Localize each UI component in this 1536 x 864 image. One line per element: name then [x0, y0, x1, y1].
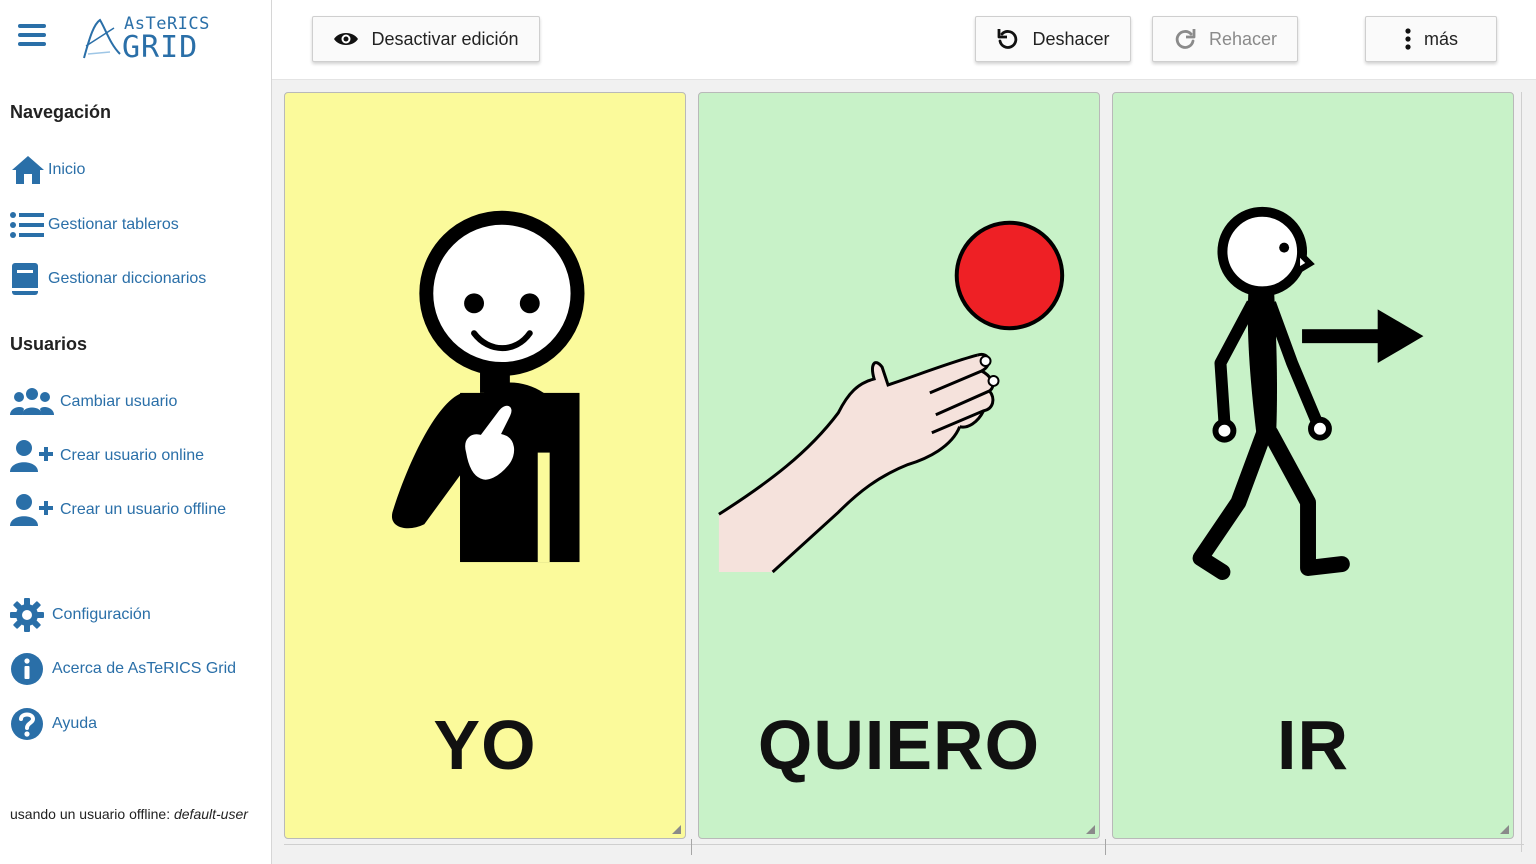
- users-icon: [10, 384, 60, 420]
- sidebar-item-label: Configuración: [52, 606, 151, 623]
- sidebar-item-label: Acerca de AsTeRICS Grid: [52, 660, 237, 677]
- sidebar-item-acerca[interactable]: Acerca de AsTeRICS Grid: [10, 651, 236, 687]
- app-logo[interactable]: AsTeRICS GRID: [80, 14, 220, 66]
- hand-reaching-ball-pictogram: [718, 220, 1065, 574]
- column-divider: [1105, 839, 1106, 855]
- help-icon: [10, 706, 52, 742]
- sidebar-item-label: Gestionar tableros: [48, 216, 179, 233]
- undo-icon: [998, 29, 1018, 49]
- toggle-edit-label: Desactivar edición: [371, 28, 519, 49]
- grid-cell-ir[interactable]: IR: [1112, 92, 1514, 839]
- sidebar-item-inicio[interactable]: Inicio: [10, 152, 85, 188]
- more-vertical-icon: [1405, 28, 1411, 50]
- more-button[interactable]: más: [1365, 16, 1497, 62]
- book-icon: [10, 261, 48, 297]
- sidebar-item-crear-usuario-offline[interactable]: Crear un usuario offline: [10, 492, 226, 528]
- logo-mark-icon: [83, 18, 121, 59]
- sidebar-item-label: Crear usuario online: [60, 447, 205, 464]
- users-section-title: Usuarios: [10, 334, 88, 354]
- gear-icon: [10, 597, 52, 633]
- menu-toggle-icon[interactable]: [18, 24, 46, 46]
- grid-right-border: [1521, 92, 1522, 852]
- person-pointing-self-pictogram: [391, 210, 585, 563]
- grid-cell-quiero[interactable]: QUIERO: [698, 92, 1100, 839]
- cell-word: YO: [433, 706, 537, 784]
- offline-user-status: usando un usuario offline: default-user: [10, 802, 260, 826]
- cell-word: QUIERO: [757, 706, 1041, 784]
- column-divider: [691, 839, 692, 855]
- sidebar-item-label: Cambiar usuario: [60, 393, 178, 410]
- sidebar: AsTeRICS GRID Navegación Inicio Gestiona…: [0, 0, 272, 864]
- toggle-edit-button[interactable]: Desactivar edición: [312, 16, 540, 62]
- offline-user-prefix: usando un usuario offline:: [10, 806, 174, 822]
- grid-area: YO QUIERO IR: [272, 80, 1536, 864]
- sidebar-item-crear-usuario-online[interactable]: Crear usuario online: [10, 438, 204, 474]
- redo-button[interactable]: Rehacer: [1152, 16, 1298, 62]
- grid-bottom-border: [284, 844, 1524, 845]
- info-icon: [10, 651, 52, 687]
- redo-icon: [1175, 29, 1196, 49]
- sidebar-item-label: Crear un usuario offline: [60, 501, 227, 518]
- sidebar-item-ayuda[interactable]: Ayuda: [10, 706, 97, 742]
- logo-text-bottom: GRID: [122, 30, 199, 65]
- sidebar-item-configuracion[interactable]: Configuración: [10, 597, 151, 633]
- undo-button[interactable]: Deshacer: [975, 16, 1131, 62]
- list-icon: [10, 207, 48, 243]
- resize-handle-icon[interactable]: [1500, 825, 1509, 834]
- grid-cell-yo[interactable]: YO: [284, 92, 686, 839]
- sidebar-item-gestionar-tableros[interactable]: Gestionar tableros: [10, 207, 179, 243]
- resize-handle-icon[interactable]: [672, 825, 681, 834]
- eye-icon: [334, 33, 359, 45]
- nav-section-title: Navegación: [10, 102, 112, 122]
- cell-word: IR: [1277, 706, 1349, 784]
- undo-label: Deshacer: [1032, 28, 1110, 49]
- offline-user-name: default-user: [173, 806, 248, 822]
- sidebar-item-label: Ayuda: [52, 715, 98, 732]
- redo-label: Rehacer: [1208, 28, 1278, 49]
- sidebar-item-label: Inicio: [48, 161, 86, 178]
- sidebar-item-label: Gestionar diccionarios: [48, 270, 207, 287]
- resize-handle-icon[interactable]: [1086, 825, 1095, 834]
- user-plus-icon: [10, 438, 60, 474]
- more-label: más: [1423, 28, 1458, 49]
- home-icon: [10, 152, 48, 188]
- toolbar: Desactivar edición Deshacer Rehacer más: [272, 0, 1536, 80]
- user-plus-icon: [10, 492, 60, 528]
- sidebar-item-cambiar-usuario[interactable]: Cambiar usuario: [10, 384, 177, 420]
- sidebar-item-gestionar-diccionarios[interactable]: Gestionar diccionarios: [10, 261, 206, 297]
- person-walking-arrow-pictogram: [1192, 206, 1424, 580]
